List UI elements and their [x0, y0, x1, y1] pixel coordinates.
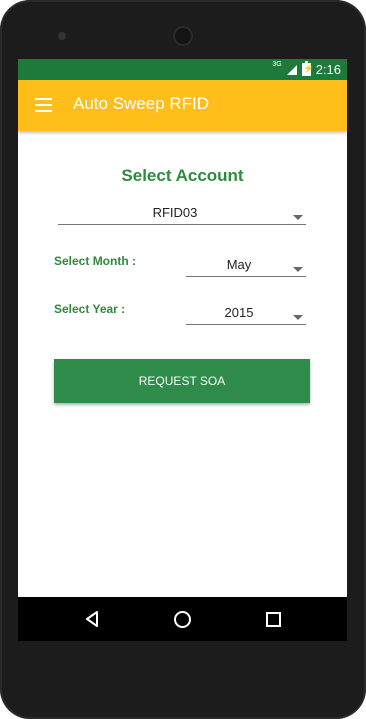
month-dropdown[interactable]: May [186, 257, 306, 277]
account-dropdown-value: RFID03 [152, 205, 198, 220]
hamburger-menu-icon[interactable] [35, 98, 52, 112]
year-dropdown-value: 2015 [224, 305, 254, 320]
back-icon[interactable] [85, 611, 99, 627]
account-dropdown[interactable]: RFID03 [58, 205, 306, 225]
chevron-down-icon [293, 315, 303, 320]
select-account-heading: Select Account [121, 166, 244, 185]
app-title: Auto Sweep RFID [73, 94, 210, 113]
screen: 3G ⚡ 2:16 Auto Sweep RFID Select Account… [18, 59, 347, 641]
status-icons: 3G ⚡ 2:16 [272, 61, 341, 78]
year-dropdown[interactable]: 2015 [186, 305, 306, 325]
recent-apps-icon[interactable] [266, 612, 281, 627]
select-year-label: Select Year : [54, 302, 126, 316]
chevron-down-icon [293, 267, 303, 272]
signal-icon [286, 64, 297, 75]
network-type: 3G [272, 61, 282, 68]
phone-frame: 3G ⚡ 2:16 Auto Sweep RFID Select Account… [0, 0, 366, 719]
app-bar: Auto Sweep RFID [18, 80, 347, 131]
status-time: 2:16 [315, 62, 341, 77]
request-soa-button[interactable]: REQUEST SOA [54, 359, 310, 403]
home-icon[interactable] [174, 611, 191, 628]
status-bar: 3G ⚡ 2:16 [18, 59, 347, 80]
month-dropdown-value: May [226, 257, 252, 272]
front-camera [58, 32, 66, 40]
chevron-down-icon [293, 215, 303, 220]
select-month-label: Select Month : [54, 254, 137, 268]
navigation-bar [18, 597, 347, 641]
battery-icon: ⚡ [301, 61, 314, 76]
speaker-grille [173, 26, 193, 46]
